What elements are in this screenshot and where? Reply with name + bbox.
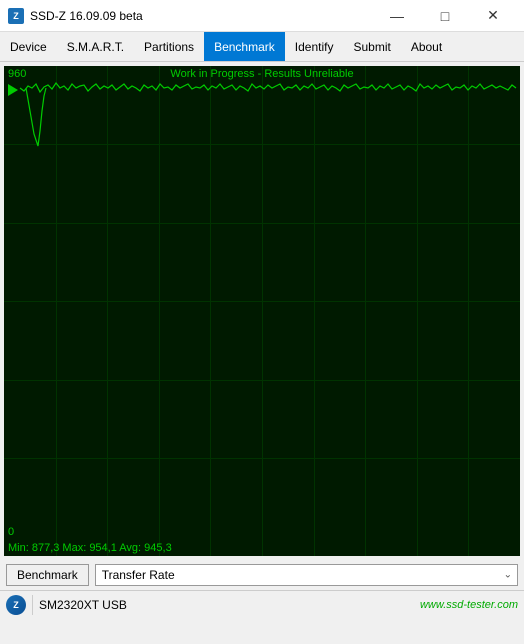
menu-benchmark[interactable]: Benchmark <box>204 32 285 61</box>
menu-device[interactable]: Device <box>0 32 57 61</box>
menu-bar: Device S.M.A.R.T. Partitions Benchmark I… <box>0 32 524 62</box>
window-controls: — □ ✕ <box>374 0 516 32</box>
transfer-rate-dropdown[interactable]: Transfer Rate <box>95 564 518 586</box>
menu-about[interactable]: About <box>401 32 452 61</box>
benchmark-chart: 960 Work in Progress - Results Unreliabl… <box>4 66 520 556</box>
window-title: SSD-Z 16.09.09 beta <box>30 9 143 23</box>
benchmark-button[interactable]: Benchmark <box>6 564 89 586</box>
title-bar: Z SSD-Z 16.09.09 beta — □ ✕ <box>0 0 524 32</box>
menu-identify[interactable]: Identify <box>285 32 344 61</box>
status-website: www.ssd-tester.com <box>420 599 518 611</box>
status-app-icon: Z <box>6 595 26 615</box>
menu-partitions[interactable]: Partitions <box>134 32 204 61</box>
benchmark-line-svg <box>4 66 520 556</box>
maximize-button[interactable]: □ <box>422 0 468 32</box>
bottom-controls: Benchmark Transfer Rate ⌄ <box>0 560 524 590</box>
menu-smart[interactable]: S.M.A.R.T. <box>57 32 134 61</box>
minimize-button[interactable]: — <box>374 0 420 32</box>
app-icon: Z <box>8 8 24 24</box>
title-bar-left: Z SSD-Z 16.09.09 beta <box>8 8 143 24</box>
close-button[interactable]: ✕ <box>470 0 516 32</box>
status-drive-text: SM2320XT USB <box>39 598 127 612</box>
menu-submit[interactable]: Submit <box>343 32 400 61</box>
status-separator <box>32 595 33 615</box>
dropdown-container: Transfer Rate ⌄ <box>95 564 518 586</box>
status-bar: Z SM2320XT USB www.ssd-tester.com <box>0 590 524 618</box>
